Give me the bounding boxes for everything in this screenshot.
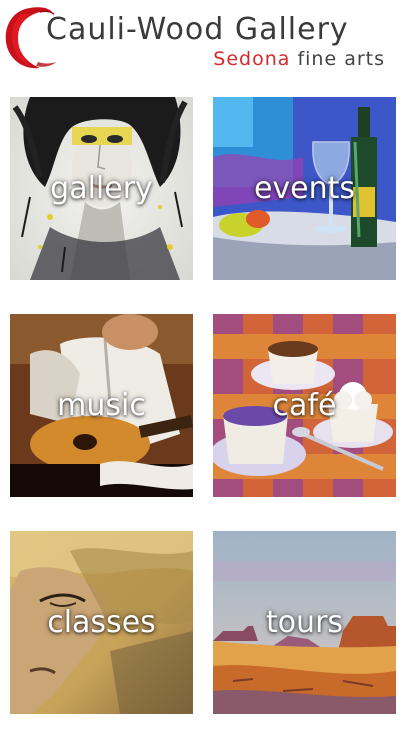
nav-tile-cafe[interactable]: café [213,314,396,497]
site-header: Cauli-Wood Gallery Sedona fine arts [0,0,403,82]
tile-label-tours: tours [265,604,344,640]
site-subtitle: Sedona fine arts [213,47,385,71]
tile-label-gallery: gallery [50,170,153,206]
subtitle-city: Sedona [213,48,291,70]
nav-tile-classes[interactable]: classes [10,531,193,714]
tile-label-classes: classes [47,604,156,640]
nav-tile-gallery[interactable]: gallery [10,97,193,280]
nav-tile-tours[interactable]: tours [213,531,396,714]
nav-tile-events[interactable]: events [213,97,396,280]
tile-label-cafe: café [272,387,337,423]
subtitle-rest: fine arts [297,48,385,70]
nav-tile-music[interactable]: music [10,314,193,497]
tile-label-music: music [57,387,146,423]
tile-label-events: events [253,170,356,206]
site-title: Cauli-Wood Gallery [46,12,349,47]
